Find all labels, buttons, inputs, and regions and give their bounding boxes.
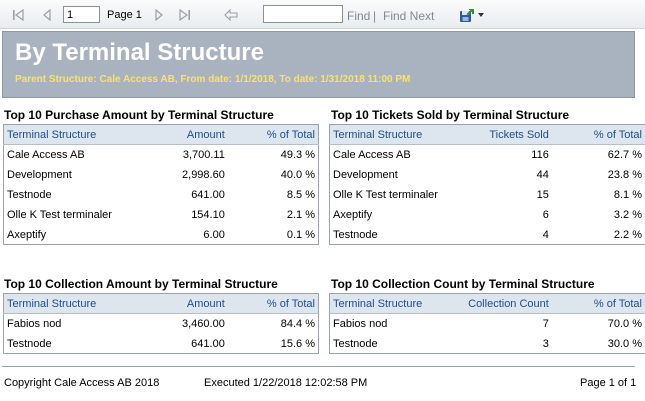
- column-header: Terminal Structure: [329, 293, 460, 314]
- column-header: % of Total: [551, 293, 645, 314]
- cell: 6: [542, 209, 549, 221]
- report-toolbar: Page 1 Find | Find Next: [0, 0, 645, 29]
- cell: 3,700.11: [182, 149, 225, 161]
- cell: 15.6 %: [280, 337, 315, 350]
- tickets-table: Terminal Structure Tickets Sold % of Tot…: [329, 124, 645, 245]
- cell: 641.00: [191, 337, 225, 350]
- find-next-link[interactable]: Find Next: [383, 9, 434, 23]
- table-row: Testnode 641.00 8.5 %: [4, 185, 319, 205]
- cell: Development: [7, 169, 72, 181]
- table-row: Fabios nod 3,460.00 84.4 %: [4, 314, 319, 335]
- cell: 70.0 %: [607, 318, 642, 330]
- cell: 3,460.00: [182, 318, 225, 330]
- table-row: Testnode 3 30.0 %: [330, 334, 645, 354]
- table-row: Olle K Test terminaler 154.10 2.1 %: [4, 205, 319, 225]
- collection-count-table: Terminal Structure Collection Count % of…: [329, 293, 645, 354]
- table-row: Cale Access AB 116 62.7 %: [330, 145, 645, 166]
- cell: 23.8 %: [607, 169, 642, 181]
- collection-count-section-title: Top 10 Collection Count by Terminal Stru…: [331, 277, 595, 291]
- cell: Development: [333, 169, 398, 181]
- find-input[interactable]: [263, 5, 343, 23]
- column-header: Terminal Structure: [329, 124, 460, 145]
- cell: 84.4 %: [280, 318, 315, 330]
- cell: 2.2 %: [613, 228, 642, 241]
- back-icon[interactable]: [223, 7, 239, 23]
- report-title: By Terminal Structure: [15, 39, 264, 66]
- cell: Testnode: [333, 337, 378, 350]
- executed-timestamp: Executed 1/22/2018 12:02:58 PM: [204, 377, 368, 389]
- cell: 44: [536, 169, 549, 181]
- table-row: Fabios nod 7 70.0 %: [330, 314, 645, 335]
- cell: 49.3 %: [280, 149, 315, 161]
- cell: 8.1 %: [613, 189, 642, 201]
- cell: Testnode: [333, 228, 378, 241]
- column-header: % of Total: [227, 124, 319, 145]
- cell: 641.00: [191, 189, 225, 201]
- table-row: Cale Access AB 3,700.11 49.3 %: [4, 145, 319, 166]
- footer-divider: [2, 366, 635, 367]
- table-row: Testnode 641.00 15.6 %: [4, 334, 319, 354]
- cell: 4: [542, 228, 549, 241]
- page-number-input[interactable]: [63, 6, 100, 23]
- cell: 3.2 %: [613, 209, 642, 221]
- cell: Fabios nod: [333, 318, 388, 330]
- table-row: Olle K Test terminaler 15 8.1 %: [330, 185, 645, 205]
- column-header: Tickets Sold: [459, 124, 552, 145]
- table-row: Axeptify 6 3.2 %: [330, 205, 645, 225]
- column-header: Collection Count: [459, 293, 552, 314]
- column-header: Terminal Structure: [3, 293, 153, 314]
- cell: Axeptify: [7, 228, 47, 241]
- table-row: Testnode 4 2.2 %: [330, 225, 645, 245]
- table-row: Axeptify 6.00 0.1 %: [4, 225, 319, 245]
- page-count: Page 1 of 1: [580, 377, 637, 389]
- tickets-section-title: Top 10 Tickets Sold by Terminal Structur…: [331, 108, 570, 122]
- cell: Axeptify: [333, 209, 373, 221]
- cell: 8.5 %: [286, 189, 315, 201]
- cell: 2,998.60: [182, 169, 225, 181]
- cell: Testnode: [7, 189, 52, 201]
- cell: Cale Access AB: [333, 149, 411, 161]
- cell: Olle K Test terminaler: [7, 209, 112, 221]
- last-page-icon[interactable]: [178, 7, 192, 23]
- report-header: By Terminal Structure Parent Structure: …: [2, 31, 635, 98]
- column-header: Amount: [152, 293, 228, 314]
- collection-amount-table: Terminal Structure Amount % of Total Fab…: [3, 293, 319, 354]
- table-row: Development 44 23.8 %: [330, 165, 645, 185]
- cell: Fabios nod: [7, 318, 62, 330]
- purchase-table: Terminal Structure Amount % of Total Cal…: [3, 124, 319, 245]
- cell: Olle K Test terminaler: [333, 189, 438, 201]
- copyright-text: Copyright Cale Access AB 2018: [4, 377, 160, 389]
- page-label: Page 1: [107, 9, 142, 21]
- cell: 7: [542, 318, 549, 330]
- cell: 62.7 %: [607, 149, 642, 161]
- cell: 3: [542, 337, 549, 350]
- cell: 15: [536, 189, 549, 201]
- next-page-icon[interactable]: [152, 7, 166, 23]
- dropdown-arrow-icon[interactable]: [477, 7, 485, 23]
- column-header: Terminal Structure: [3, 124, 154, 145]
- purchase-section-title: Top 10 Purchase Amount by Terminal Struc…: [4, 108, 274, 122]
- cell: 154.10: [191, 209, 225, 221]
- cell: Testnode: [7, 337, 52, 350]
- column-header: % of Total: [227, 293, 319, 314]
- toolbar-separator: |: [373, 9, 377, 23]
- export-icon[interactable]: [458, 7, 476, 23]
- cell: 116: [531, 149, 549, 161]
- cell: 30.0 %: [607, 337, 642, 350]
- column-header: % of Total: [551, 124, 645, 145]
- previous-page-icon[interactable]: [40, 7, 54, 23]
- cell: 2.1 %: [286, 209, 315, 221]
- cell: 40.0 %: [280, 169, 315, 181]
- table-row: Development 2,998.60 40.0 %: [4, 165, 319, 185]
- cell: 6.00: [203, 228, 225, 241]
- cell: Cale Access AB: [7, 149, 85, 161]
- cell: 0.1 %: [286, 228, 315, 241]
- collection-amount-section-title: Top 10 Collection Amount by Terminal Str…: [4, 277, 278, 291]
- column-header: Amount: [153, 124, 228, 145]
- first-page-icon[interactable]: [11, 7, 25, 23]
- report-subtitle: Parent Structure: Cale Access AB, From d…: [15, 74, 411, 85]
- find-link[interactable]: Find: [347, 9, 370, 23]
